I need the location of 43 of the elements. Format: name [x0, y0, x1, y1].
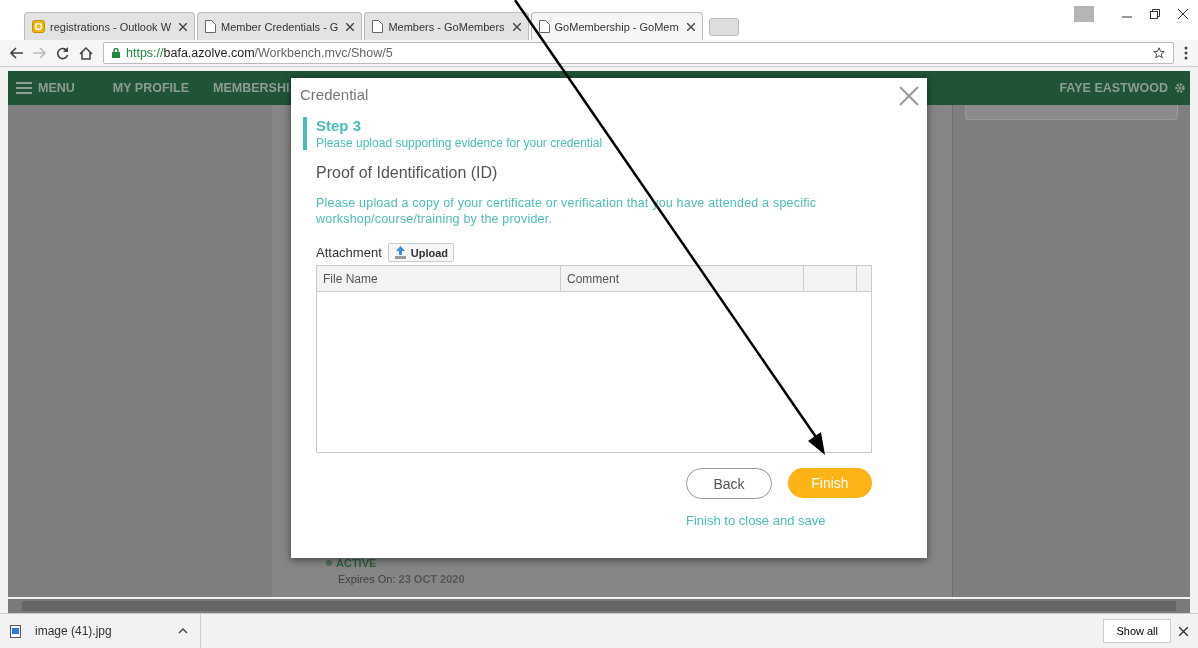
- status-dot-icon: [326, 560, 332, 566]
- column-header: File Name: [317, 266, 561, 291]
- browser-tab[interactable]: Member Credentials - G: [197, 12, 363, 40]
- browser-tab[interactable]: Members - GoMembers: [364, 12, 529, 40]
- menu-icon: [16, 82, 32, 94]
- attachment-label: Attachment: [316, 245, 382, 260]
- step-hint: Please upload supporting evidence for your credential: [316, 136, 604, 150]
- credential-heading: Proof of Identification (ID): [316, 164, 499, 182]
- browser-tab[interactable]: registrations - Outlook W: [24, 12, 196, 40]
- horizontal-scrollbar[interactable]: [8, 599, 1190, 613]
- outlook-icon: [32, 20, 45, 33]
- caret-icon[interactable]: [178, 628, 188, 634]
- close-tab-icon[interactable]: [512, 22, 521, 31]
- more-icon[interactable]: [1184, 46, 1188, 60]
- close-icon[interactable]: [1179, 626, 1188, 636]
- page-icon: [372, 20, 384, 33]
- lock-icon: [112, 48, 120, 58]
- address-bar[interactable]: https://bafa.azolve.com/Workbench.mvc/Show/5: [103, 42, 1174, 64]
- status-label: ACTIVE: [336, 557, 377, 569]
- upload-icon: [393, 246, 407, 259]
- close-tab-icon[interactable]: [346, 22, 355, 31]
- close-icon[interactable]: [1178, 9, 1188, 19]
- browser-tab[interactable]: GoMembership - GoMem: [530, 12, 703, 40]
- home-icon[interactable]: [79, 46, 93, 60]
- download-file-name[interactable]: image (41).jpg: [35, 624, 112, 638]
- upload-button[interactable]: Upload: [387, 243, 455, 262]
- column-header: Comment: [561, 266, 804, 291]
- reload-icon[interactable]: [56, 46, 69, 60]
- star-icon[interactable]: [1153, 47, 1165, 59]
- image-file-icon: [10, 624, 21, 638]
- show-all-button[interactable]: Show all: [1103, 619, 1171, 643]
- page-icon: [538, 20, 550, 33]
- close-tab-icon[interactable]: [686, 22, 695, 31]
- settings-icon[interactable]: [1174, 82, 1186, 94]
- restore-icon[interactable]: [1150, 9, 1160, 19]
- dialog-title: Credential: [300, 86, 370, 103]
- page-icon: [205, 20, 217, 33]
- step-title: Step 3: [316, 117, 362, 134]
- back-arrow-icon[interactable]: [10, 47, 23, 59]
- back-button[interactable]: Back: [686, 468, 772, 499]
- url-text: https://bafa.azolve.com/Workbench.mvc/Show/5: [126, 46, 393, 60]
- close-tab-icon[interactable]: [179, 22, 188, 31]
- finish-hint: Finish to close and save: [686, 513, 827, 528]
